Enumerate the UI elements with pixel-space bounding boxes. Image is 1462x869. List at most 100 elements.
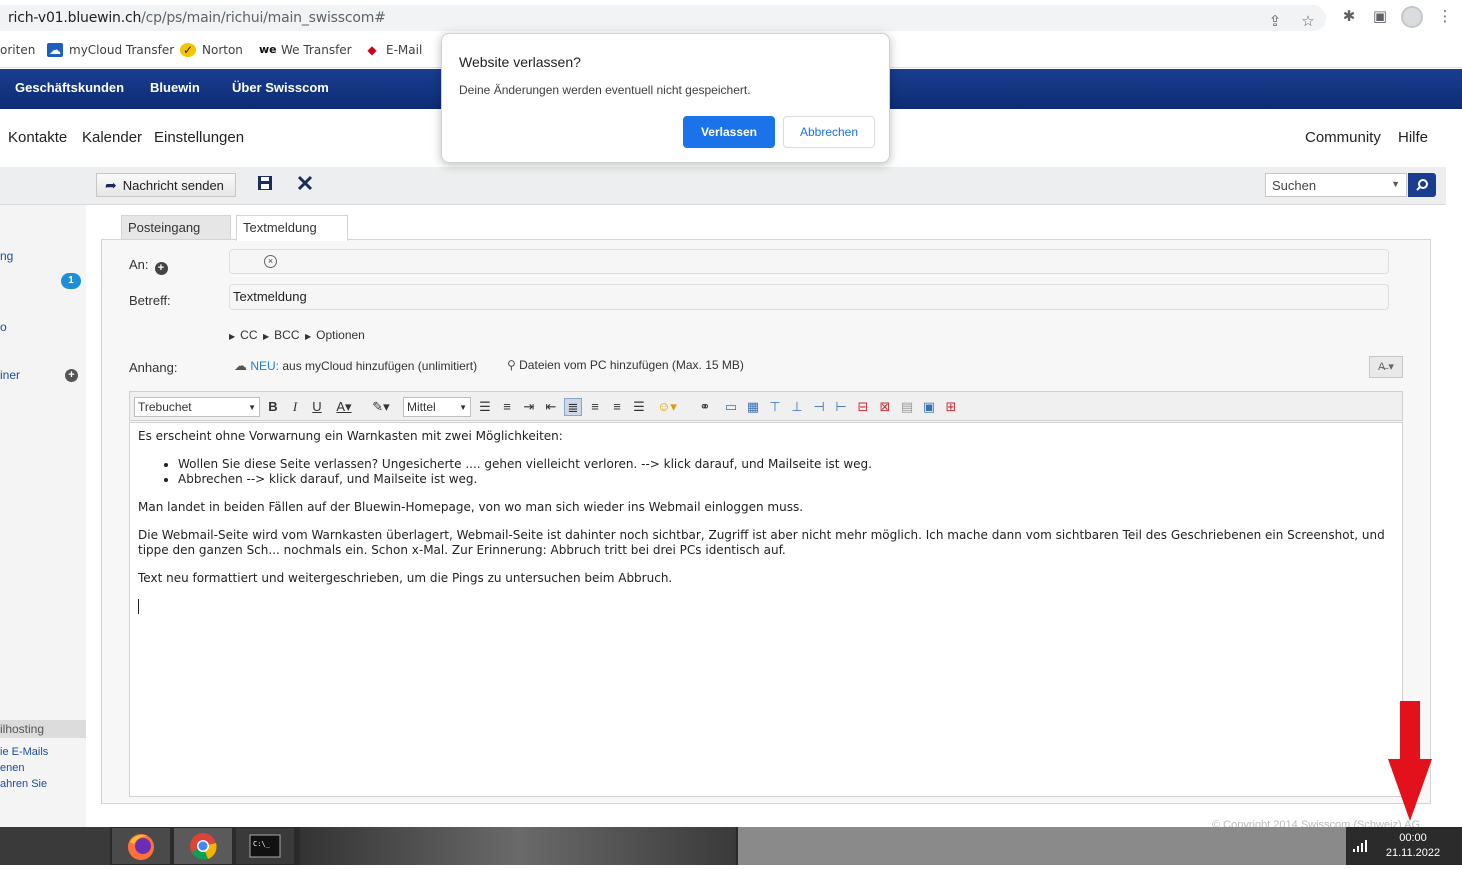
nav-business[interactable]: Geschäftskunden: [15, 80, 124, 95]
message-body-editor[interactable]: Es erscheint ohne Vorwarnung ein Warnkas…: [129, 422, 1403, 797]
indent-icon[interactable]: ⇥: [520, 398, 538, 416]
align-left-icon[interactable]: ≣: [564, 398, 582, 416]
cc-toggle[interactable]: ▶ CC: [229, 328, 258, 342]
menu-settings[interactable]: Einstellungen: [154, 129, 244, 146]
svg-text:C:\_: C:\_: [253, 840, 271, 848]
delete-col-icon[interactable]: ⊠: [876, 398, 894, 416]
menu-calendar[interactable]: Kalender: [82, 129, 142, 146]
font-size-value: Mittel: [407, 400, 436, 414]
attach-mycloud-link[interactable]: ☁ NEU: aus myCloud hinzufügen (unlimitie…: [234, 358, 477, 374]
table-props-icon[interactable]: ▣: [920, 398, 938, 416]
menu-contacts[interactable]: Kontakte: [8, 129, 67, 146]
red-arrow-annotation: [1388, 701, 1432, 821]
body-list-item: Abbrechen --> klick darauf, und Mailseit…: [178, 472, 1394, 487]
chevron-down-icon[interactable]: ▼: [1391, 179, 1400, 189]
extensions-icon[interactable]: ✱: [1340, 8, 1358, 26]
merge-cells-icon[interactable]: ▤: [898, 398, 916, 416]
bookmark-norton[interactable]: ✓ Norton: [180, 43, 243, 57]
font-family-select[interactable]: Trebuchet ▼: [134, 397, 260, 417]
new-tag: NEU:: [250, 359, 280, 373]
emoji-icon[interactable]: ☺▾: [652, 398, 682, 416]
table-icon[interactable]: ▦: [744, 398, 762, 416]
highlight-button[interactable]: ✎▾: [368, 398, 394, 416]
add-recipient-icon[interactable]: +: [154, 262, 168, 275]
sidebar-item-folders[interactable]: iner: [0, 368, 20, 382]
sidebar-item-p[interactable]: o: [0, 320, 7, 334]
taskbar-segment: [300, 827, 736, 865]
profile-icon[interactable]: [1401, 6, 1423, 28]
bcc-label: BCC: [274, 328, 300, 342]
star-icon[interactable]: ☆: [1299, 13, 1317, 31]
add-folder-icon[interactable]: +: [65, 369, 78, 382]
font-size-select[interactable]: Mittel ▼: [403, 397, 471, 417]
tab-compose[interactable]: Textmeldung: [236, 215, 348, 241]
bullet-list-icon[interactable]: ☰: [476, 398, 494, 416]
remove-recipient-icon[interactable]: ×: [264, 255, 277, 268]
outdent-icon[interactable]: ⇤: [542, 398, 560, 416]
mail-toolbar: ➦ Nachricht senden Suchen ▼: [0, 167, 1446, 205]
signal-icon[interactable]: [1352, 839, 1368, 853]
subject-field[interactable]: Textmeldung: [229, 284, 1389, 310]
sidebar-link[interactable]: ahren Sie: [0, 778, 47, 790]
sidebar-link[interactable]: enen: [0, 762, 24, 774]
clock-time: 00:00: [1399, 832, 1427, 844]
bookmark-email[interactable]: ◆ E-Mail: [364, 43, 422, 57]
send-message-button[interactable]: ➦ Nachricht senden: [96, 173, 236, 197]
bold-button[interactable]: B: [264, 398, 282, 416]
bookmark-label: oriten: [0, 43, 36, 57]
close-icon[interactable]: [297, 175, 313, 196]
justify-icon[interactable]: ☰: [630, 398, 648, 416]
bookmark-wetransfer[interactable]: we We Transfer: [259, 43, 352, 57]
tab-inbox[interactable]: Posteingang: [121, 215, 231, 240]
save-icon[interactable]: [257, 175, 273, 196]
to-field[interactable]: ×: [229, 249, 1389, 274]
kebab-menu-icon[interactable]: ⋮: [1436, 8, 1454, 26]
delete-table-icon[interactable]: ⊞: [942, 398, 960, 416]
search-button[interactable]: [1408, 173, 1436, 197]
share-icon[interactable]: ⇪: [1266, 13, 1284, 31]
attach-pc-link[interactable]: ⚲ Dateien vom PC hinzufügen (Max. 15 MB): [507, 358, 744, 372]
sidebar-link[interactable]: ie E-Mails: [0, 746, 48, 758]
align-right-icon[interactable]: ≡: [608, 398, 626, 416]
bookmark-mycloud[interactable]: ☁ myCloud Transfer: [47, 43, 174, 57]
leave-site-dialog: Website verlassen? Deine Änderungen werd…: [441, 33, 890, 163]
link-icon[interactable]: ⚭: [696, 398, 714, 416]
insert-col-right-icon[interactable]: ⊢: [832, 398, 850, 416]
sidepanel-icon[interactable]: ▣: [1371, 8, 1389, 26]
insert-col-left-icon[interactable]: ⊣: [810, 398, 828, 416]
sidebar-item-inbox[interactable]: ng: [0, 249, 13, 263]
compose-panel: An: + × Betreff: Textmeldung ▶ CC ▶ BCC ▶ Op…: [101, 239, 1431, 804]
bcc-toggle[interactable]: ▶ BCC: [263, 328, 300, 342]
bookmark-favorites[interactable]: oriten: [0, 43, 35, 57]
send-icon: ➦: [105, 176, 117, 193]
italic-button[interactable]: I: [286, 398, 304, 416]
spellcheck-button[interactable]: A̶ ▾: [1369, 356, 1403, 378]
search-input[interactable]: Suchen ▼: [1265, 173, 1407, 197]
leave-button[interactable]: Verlassen: [683, 116, 775, 148]
tray-clock[interactable]: 00:00 21.11.2022: [1378, 831, 1448, 861]
numbered-list-icon[interactable]: ≡: [498, 398, 516, 416]
nav-about[interactable]: Über Swisscom: [232, 80, 329, 95]
spellcheck-icon: A̶ ▾: [1378, 361, 1394, 373]
chrome-icon[interactable]: [174, 828, 232, 864]
font-color-button[interactable]: A▾: [332, 398, 356, 416]
underline-button[interactable]: U: [308, 398, 326, 416]
firefox-icon[interactable]: [112, 828, 170, 864]
options-toggle[interactable]: ▶ Optionen: [305, 328, 365, 342]
swisscom-icon: ◆: [367, 43, 377, 57]
taskbar-segment: [0, 827, 110, 865]
attach-mycloud-label: aus myCloud hinzufügen (unlimitiert): [282, 359, 478, 373]
body-paragraph: Text neu formattiert und weitergeschrieb…: [138, 571, 673, 585]
menu-help[interactable]: Hilfe: [1398, 129, 1428, 146]
insert-row-above-icon[interactable]: ⊤: [766, 398, 784, 416]
align-center-icon[interactable]: ≡: [586, 398, 604, 416]
terminal-icon[interactable]: C:\_: [236, 828, 294, 864]
delete-row-icon[interactable]: ⊟: [854, 398, 872, 416]
image-icon[interactable]: ▭: [722, 398, 740, 416]
insert-row-below-icon[interactable]: ⊥: [788, 398, 806, 416]
cancel-button[interactable]: Abbrechen: [783, 116, 875, 148]
editor-toolbar: Trebuchet ▼ B I U A▾ ✎▾ Mittel ▼ ☰ ≡ ⇥ ⇤ ≣…: [129, 391, 1403, 421]
menu-community[interactable]: Community: [1305, 129, 1381, 146]
nav-bluewin[interactable]: Bluewin: [150, 80, 200, 95]
url-field[interactable]: rich-v01.bluewin.ch/cp/ps/main/richui/ma…: [0, 5, 1326, 31]
